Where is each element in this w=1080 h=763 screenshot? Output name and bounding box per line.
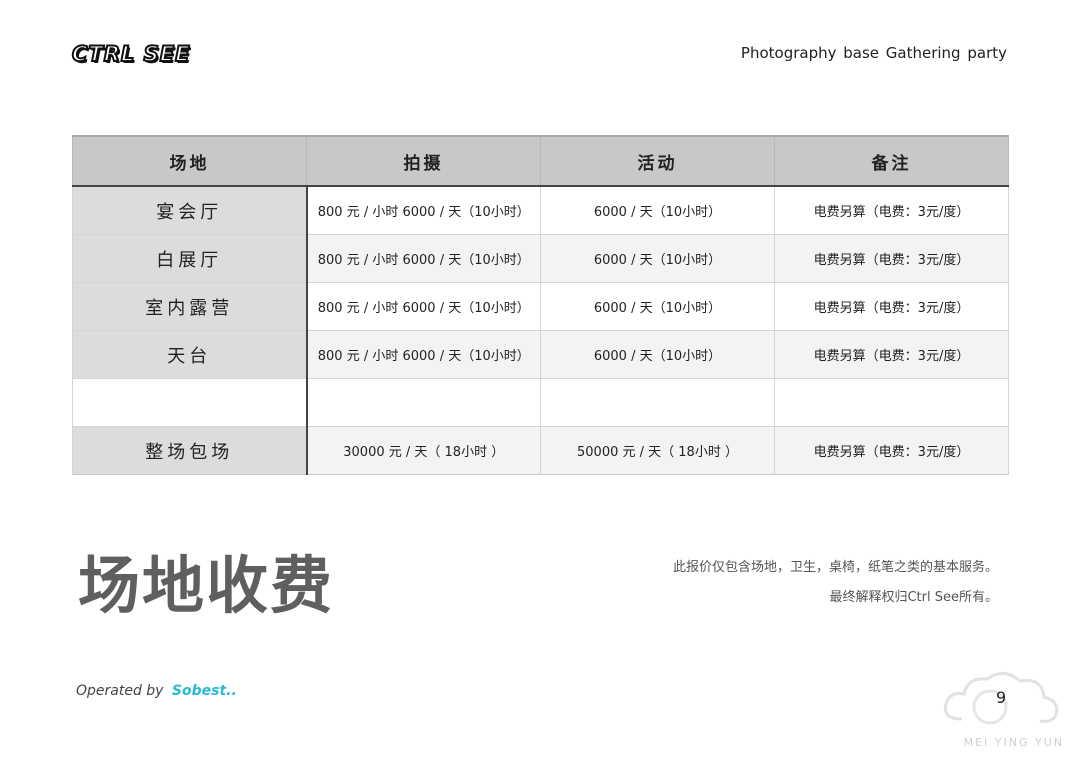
table-row: 宴会厅 800 元 / 小时 6000 / 天（10小时） 6000 / 天（1… <box>72 185 1009 235</box>
event-price-cell: 6000 / 天（10小时） <box>540 330 775 379</box>
note-cell: 电费另算（电费：3元/度） <box>774 282 1009 331</box>
venue-cell: 整场包场 <box>72 426 308 475</box>
event-price-cell: 50000 元 / 天（ 18小时 ） <box>540 426 775 475</box>
watermark-text: MEI YING YUN <box>963 736 1064 749</box>
note-cell: 电费另算（电费：3元/度） <box>774 185 1009 235</box>
pricing-note-line-2: 最终解释权归Ctrl See所有。 <box>829 590 998 605</box>
column-header-note: 备注 <box>774 135 1009 187</box>
venue-cell: 宴会厅 <box>72 185 308 235</box>
table-row-empty <box>72 378 1009 427</box>
venue-cell: 白展厅 <box>72 234 308 283</box>
pricing-note-line-1: 此报价仅包含场地，卫生，桌椅，纸笔之类的基本服务。 <box>672 560 998 575</box>
header-tagline: Photography base Gathering party <box>740 44 1007 62</box>
shoot-price-cell: 30000 元 / 天（ 18小时 ） <box>306 426 541 475</box>
table-row: 天台 800 元 / 小时 6000 / 天（10小时） 6000 / 天（10… <box>72 330 1009 379</box>
venue-cell: 天台 <box>72 330 308 379</box>
table-row: 白展厅 800 元 / 小时 6000 / 天（10小时） 6000 / 天（1… <box>72 234 1009 283</box>
venue-cell <box>72 378 308 427</box>
column-header-event: 活动 <box>540 135 775 187</box>
note-cell <box>774 378 1009 427</box>
note-cell: 电费另算（电费：3元/度） <box>774 330 1009 379</box>
event-price-cell: 6000 / 天（10小时） <box>540 185 775 235</box>
operated-by-label: Operated by <box>76 683 164 699</box>
shoot-price-cell: 800 元 / 小时 6000 / 天（10小时） <box>306 185 541 235</box>
shoot-price-cell: 800 元 / 小时 6000 / 天（10小时） <box>306 282 541 331</box>
shoot-price-cell <box>306 378 541 427</box>
table-header-row: 场地 拍摄 活动 备注 <box>72 135 1009 187</box>
venue-cell: 室内露营 <box>72 282 308 331</box>
operator-brand: Sobest.. <box>171 683 237 699</box>
event-price-cell: 6000 / 天（10小时） <box>540 234 775 283</box>
note-cell: 电费另算（电费：3元/度） <box>774 234 1009 283</box>
event-price-cell: 6000 / 天（10小时） <box>540 282 775 331</box>
event-price-cell <box>540 378 775 427</box>
operated-by: Operated by Sobest.. <box>76 683 237 699</box>
page-title: 场地收费 <box>78 549 335 622</box>
page-number: 9 <box>996 688 1007 707</box>
table-row: 整场包场 30000 元 / 天（ 18小时 ） 50000 元 / 天（ 18… <box>72 426 1009 475</box>
table-row: 室内露营 800 元 / 小时 6000 / 天（10小时） 6000 / 天（… <box>72 282 1009 331</box>
pricing-table: 场地 拍摄 活动 备注 宴会厅 800 元 / 小时 6000 / 天（10小时… <box>72 135 1009 475</box>
shoot-price-cell: 800 元 / 小时 6000 / 天（10小时） <box>306 234 541 283</box>
shoot-price-cell: 800 元 / 小时 6000 / 天（10小时） <box>306 330 541 379</box>
column-header-venue: 场地 <box>72 135 307 187</box>
ctrl-see-logo: CTRL SEE <box>71 41 191 67</box>
column-header-shoot: 拍摄 <box>306 135 541 187</box>
note-cell: 电费另算（电费：3元/度） <box>774 426 1009 475</box>
